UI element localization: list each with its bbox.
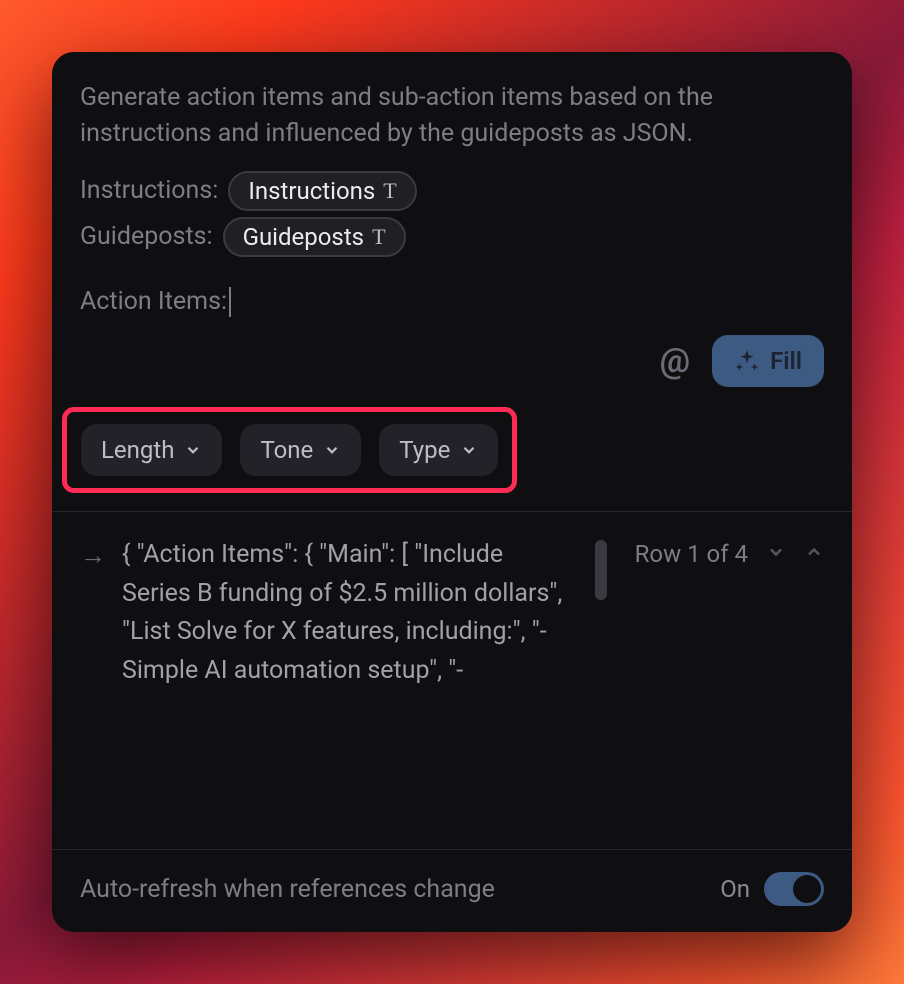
text-cursor bbox=[229, 287, 231, 317]
guideposts-label: Guideposts: bbox=[80, 222, 213, 251]
chevron-down-icon bbox=[766, 542, 786, 562]
arrow-right-icon: → bbox=[80, 536, 106, 849]
chevron-down-icon bbox=[323, 441, 341, 459]
footer: Auto-refresh when references change On bbox=[52, 850, 852, 932]
auto-refresh-toggle-group: On bbox=[720, 872, 824, 906]
result-area: → { "Action Items": { "Main": [ "Include… bbox=[52, 512, 852, 849]
toggle-state-label: On bbox=[720, 875, 750, 903]
prompt-toolbar: @ Fill bbox=[52, 317, 852, 407]
scrollbar-thumb[interactable] bbox=[595, 540, 607, 600]
fill-button[interactable]: Fill bbox=[712, 335, 824, 387]
prompt-area: Generate action items and sub-action ite… bbox=[52, 52, 852, 317]
pager-label: Row 1 of 4 bbox=[635, 540, 748, 568]
type-dropdown[interactable]: Type bbox=[379, 424, 498, 476]
instructions-chip[interactable]: Instructions T bbox=[228, 171, 416, 211]
highlight-annotation: Length Tone Type bbox=[62, 407, 517, 493]
result-json-preview: { "Action Items": { "Main": [ "Include S… bbox=[122, 536, 579, 849]
length-dropdown[interactable]: Length bbox=[81, 424, 222, 476]
guideposts-chip[interactable]: Guideposts T bbox=[223, 217, 406, 257]
guideposts-row: Guideposts: Guideposts T bbox=[80, 217, 824, 257]
pager-next-button[interactable] bbox=[766, 540, 786, 568]
settings-panel: Generate action items and sub-action ite… bbox=[52, 52, 852, 932]
text-type-icon: T bbox=[372, 224, 385, 250]
toggle-knob bbox=[793, 875, 821, 903]
text-type-icon: T bbox=[383, 178, 396, 204]
chevron-down-icon bbox=[460, 441, 478, 459]
chevron-up-icon bbox=[804, 542, 824, 562]
row-pager: Row 1 of 4 bbox=[623, 536, 824, 849]
instructions-label: Instructions: bbox=[80, 176, 218, 205]
chip-text: Instructions bbox=[248, 177, 375, 205]
fill-label: Fill bbox=[770, 347, 802, 375]
tone-dropdown[interactable]: Tone bbox=[240, 424, 361, 476]
pager-prev-button[interactable] bbox=[804, 540, 824, 568]
dropdown-row: Length Tone Type bbox=[62, 407, 842, 493]
auto-refresh-label: Auto-refresh when references change bbox=[80, 875, 495, 904]
chevron-down-icon bbox=[184, 441, 202, 459]
instructions-row: Instructions: Instructions T bbox=[80, 171, 824, 211]
auto-refresh-toggle[interactable] bbox=[764, 872, 824, 906]
sparkle-icon bbox=[734, 348, 760, 374]
mention-button[interactable]: @ bbox=[660, 341, 690, 381]
prompt-description: Generate action items and sub-action ite… bbox=[80, 80, 824, 153]
action-items-label[interactable]: Action Items: bbox=[80, 287, 824, 317]
chip-text: Guideposts bbox=[243, 223, 364, 251]
